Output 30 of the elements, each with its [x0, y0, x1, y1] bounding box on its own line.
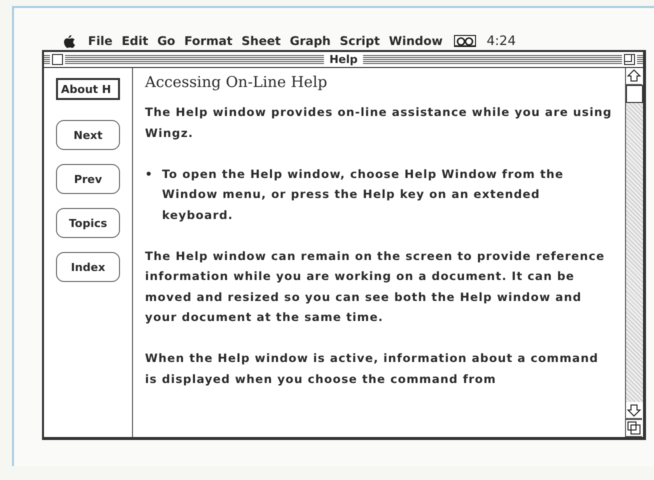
nav-button[interactable]: Next	[56, 120, 120, 150]
menu-item[interactable]: Format	[184, 34, 233, 48]
binoculars-icon[interactable]	[454, 35, 476, 47]
close-box[interactable]	[52, 54, 63, 65]
zoom-box[interactable]	[624, 54, 635, 65]
nav-button[interactable]: Index	[56, 252, 120, 282]
scroll-thumb[interactable]	[626, 85, 643, 103]
resize-box-icon[interactable]	[626, 419, 642, 437]
bullet-mark: •	[145, 166, 153, 182]
menu-item[interactable]: Go	[157, 34, 176, 48]
help-paragraph: The Help window provides on-line assistance while you are using Wingz.	[145, 104, 613, 142]
menu-item[interactable]: Window	[388, 34, 443, 48]
help-paragraph: When the Help window is active, information about a command is displayed when you choose the command from	[145, 350, 600, 388]
menu-item[interactable]: Edit	[122, 34, 148, 48]
scroll-bar[interactable]	[625, 68, 643, 437]
menu-item[interactable]: Sheet	[242, 34, 281, 48]
topic-button[interactable]: About H	[56, 78, 120, 100]
help-paragraph: The Help window can remain on the screen to provide reference information while you are working on a document. It can be moved and resized so you can see both the Help window and your document at the same time.	[145, 248, 606, 326]
menu-item[interactable]: File	[88, 34, 113, 48]
title-bar[interactable]: Help	[44, 52, 643, 68]
help-heading: Accessing On-Line Help	[145, 72, 328, 92]
menu-item[interactable]: Graph	[290, 34, 331, 48]
nav-button[interactable]: Prev	[56, 164, 120, 194]
nav-button[interactable]: Topics	[56, 208, 120, 238]
window-title: Help	[324, 53, 363, 66]
down-arrow-icon[interactable]	[626, 402, 642, 419]
apple-icon[interactable]	[64, 34, 75, 48]
menu-item[interactable]: Script	[340, 34, 380, 48]
menu-clock: 4:24	[486, 34, 516, 48]
help-paragraph: To open the Help window, choose Help Window from the Window menu, or press the Help key on an extended keyboard.	[162, 166, 565, 224]
